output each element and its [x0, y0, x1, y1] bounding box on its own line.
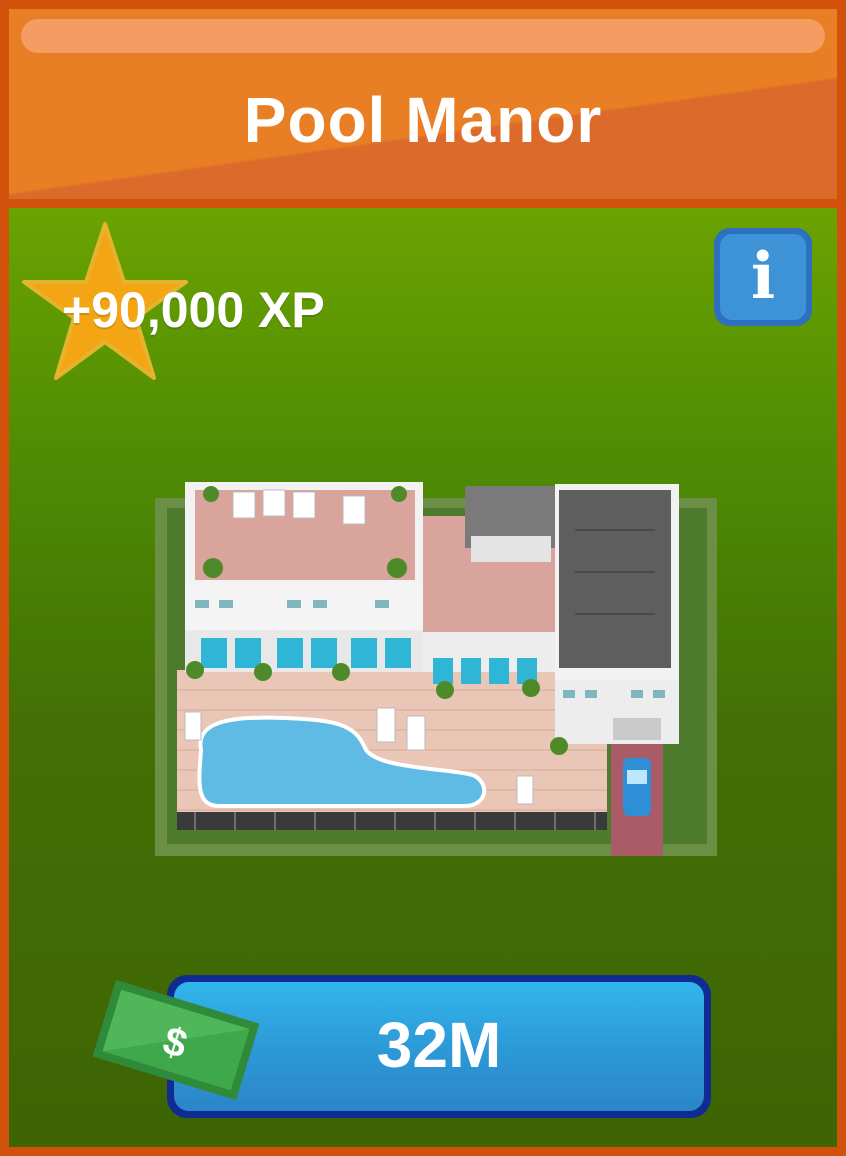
- info-button-face: i: [720, 234, 806, 320]
- dollar-bill-icon: $: [92, 979, 260, 1101]
- item-card: Pool Manor +90,000 XP i 32M $: [0, 0, 846, 1156]
- card-header: Pool Manor: [9, 9, 837, 199]
- header-gloss: [21, 19, 825, 53]
- pool-manor-building-image: [155, 482, 717, 856]
- item-title: Pool Manor: [243, 84, 603, 156]
- info-button[interactable]: i: [714, 228, 812, 326]
- xp-reward-label: +90,000 XP: [62, 282, 325, 338]
- info-icon: i: [750, 239, 776, 314]
